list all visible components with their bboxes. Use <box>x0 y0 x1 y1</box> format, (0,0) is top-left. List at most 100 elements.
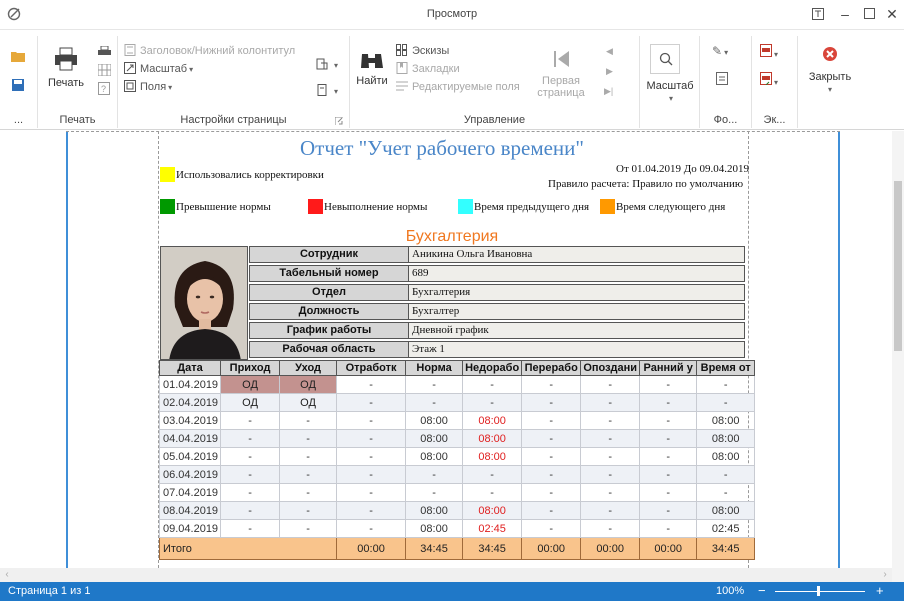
binoculars-icon <box>361 54 383 68</box>
table-row: 04.04.2019 - - - 08:00 08:00 - - - 08:00 <box>158 429 756 448</box>
column-header: Перерабо <box>521 360 582 376</box>
print-group-label: Печать <box>59 114 96 126</box>
thumbnails-button[interactable]: Эскизы <box>396 42 449 60</box>
scale-dropdown[interactable]: Масштаб ▾ <box>124 60 193 78</box>
ribbon-toggle-icon[interactable] <box>807 4 829 24</box>
table-cell: 04.04.2019 <box>158 429 222 448</box>
total-cell: 00:00 <box>639 537 698 560</box>
vertical-scroll-thumb[interactable] <box>894 181 902 351</box>
zoom-button-frame[interactable] <box>650 44 680 74</box>
table-cell: 02.04.2019 <box>158 393 222 412</box>
table-cell: - <box>639 465 698 484</box>
table-cell: - <box>405 483 464 502</box>
ribbon-group-export: ▾ ▾ Эк... <box>752 36 798 128</box>
dialog-launcher-icon[interactable] <box>335 117 343 125</box>
vertical-scrollbar[interactable] <box>892 131 904 582</box>
top-margin-guide <box>66 131 840 132</box>
horizontal-scrollbar[interactable]: ‹ › <box>0 568 892 582</box>
ribbon-more-left[interactable]: ... <box>0 114 37 126</box>
send-email-dropdown[interactable]: ▾ <box>760 72 778 88</box>
orientation-dropdown[interactable]: ▾ <box>316 56 338 74</box>
table-row: 08.04.2019 - - - 08:00 08:00 - - - 08:00 <box>158 501 756 520</box>
next-page-icon[interactable]: ▶ <box>606 66 613 77</box>
zoom-out-button[interactable]: − <box>758 583 766 598</box>
zoom-button[interactable]: Масштаб ▾ <box>642 78 698 104</box>
table-cell: 08:00 <box>696 411 756 430</box>
page-color-icon[interactable]: ✎ ▾ <box>712 44 728 58</box>
margins-icon <box>124 80 136 92</box>
export-group-label: Эк... <box>763 114 786 126</box>
previous-page-icon[interactable]: ◀ <box>606 46 613 57</box>
maximize-button[interactable] <box>858 4 880 24</box>
editable-fields-button[interactable]: Редактируемые поля <box>396 78 520 96</box>
table-cell: 05.04.2019 <box>158 447 222 466</box>
employee-photo <box>160 246 248 360</box>
find-button[interactable]: Найти <box>354 48 390 87</box>
margins-dropdown[interactable]: Поля ▾ <box>124 78 172 96</box>
table-cell: - <box>462 393 523 412</box>
export-dropdown[interactable]: ▾ <box>760 44 778 60</box>
window-title: Просмотр <box>426 8 478 20</box>
scroll-right-arrow-icon[interactable]: › <box>878 568 892 582</box>
scroll-left-arrow-icon[interactable]: ‹ <box>0 568 14 582</box>
legend-label-previous-day: Время предыдущего дня <box>474 201 590 213</box>
printer-icon <box>55 47 77 71</box>
table-cell: 08:00 <box>405 411 464 430</box>
table-cell: 08:00 <box>405 501 464 520</box>
table-cell: - <box>521 483 582 502</box>
editable-fields-label: Редактируемые поля <box>412 81 520 93</box>
page-indicator: Страница 1 из 1 <box>8 585 91 597</box>
close-preview-button[interactable]: Закрыть ▾ <box>802 46 858 95</box>
table-cell: 08:00 <box>696 447 756 466</box>
table-cell: - <box>336 483 407 502</box>
margins-label: Поля <box>140 81 167 93</box>
column-header: Уход <box>279 360 338 376</box>
quick-print-icon[interactable] <box>98 46 111 58</box>
table-cell: 08:00 <box>696 501 756 520</box>
info-value: 689 <box>409 265 745 282</box>
table-cell: ОД <box>279 375 338 394</box>
table-cell: - <box>639 429 698 448</box>
ribbon-group-print: Печать ? Печать <box>38 36 118 128</box>
paper-size-dropdown[interactable]: ▾ <box>316 82 338 100</box>
table-cell: - <box>336 393 407 412</box>
total-cell: 00:00 <box>336 537 407 560</box>
table-cell: - <box>521 501 582 520</box>
column-header: Недорабо <box>462 360 523 376</box>
legend-label-underwork: Невыполнение нормы <box>324 201 428 213</box>
close-label: Закрыть <box>808 71 852 83</box>
close-window-button[interactable]: ✕ <box>881 4 903 24</box>
ribbon-group-background: ✎ ▾ Фо... <box>700 36 752 128</box>
table-cell: - <box>220 501 281 520</box>
table-cell: - <box>279 519 338 538</box>
total-row: Итого 00:00 34:45 34:45 00:00 00:00 00:0… <box>158 537 756 560</box>
minimize-button[interactable]: – <box>834 4 856 24</box>
first-page-button[interactable]: Первая страница <box>536 48 586 99</box>
header-footer-button[interactable]: Заголовок/Нижний колонтитул <box>124 42 295 60</box>
legend-swatch-corrections <box>160 167 175 182</box>
zoom-in-button[interactable]: + <box>876 583 884 598</box>
column-header: Приход <box>220 360 281 376</box>
watermark-icon[interactable] <box>716 72 728 85</box>
total-cell: 00:00 <box>521 537 582 560</box>
print-button[interactable]: Печать <box>46 46 86 89</box>
table-cell: - <box>639 519 698 538</box>
info-value: Бухгалтерия <box>409 284 745 301</box>
table-row: 03.04.2019 - - - 08:00 08:00 - - - 08:00 <box>158 411 756 430</box>
ribbon-group-page-setup: Заголовок/Нижний колонтитул Масштаб ▾ Пол… <box>118 36 350 128</box>
open-folder-icon[interactable] <box>11 50 25 62</box>
table-cell: - <box>639 375 698 394</box>
table-cell: 08:00 <box>405 447 464 466</box>
zoom-slider-track[interactable] <box>775 591 865 592</box>
navigation-group-label: Управление <box>463 114 526 126</box>
table-cell: 08:00 <box>405 429 464 448</box>
bookmarks-button[interactable]: Закладки <box>396 60 460 78</box>
page-options-icon[interactable]: ? <box>98 82 110 95</box>
table-cell: - <box>580 465 641 484</box>
info-key: График работы <box>249 322 409 339</box>
page-grid-icon[interactable] <box>98 64 111 76</box>
last-page-icon[interactable]: ▶| <box>604 86 613 97</box>
ribbon-group-close: Закрыть ▾ <box>798 36 862 128</box>
save-icon[interactable] <box>11 78 25 92</box>
zoom-slider-thumb[interactable] <box>817 586 820 596</box>
